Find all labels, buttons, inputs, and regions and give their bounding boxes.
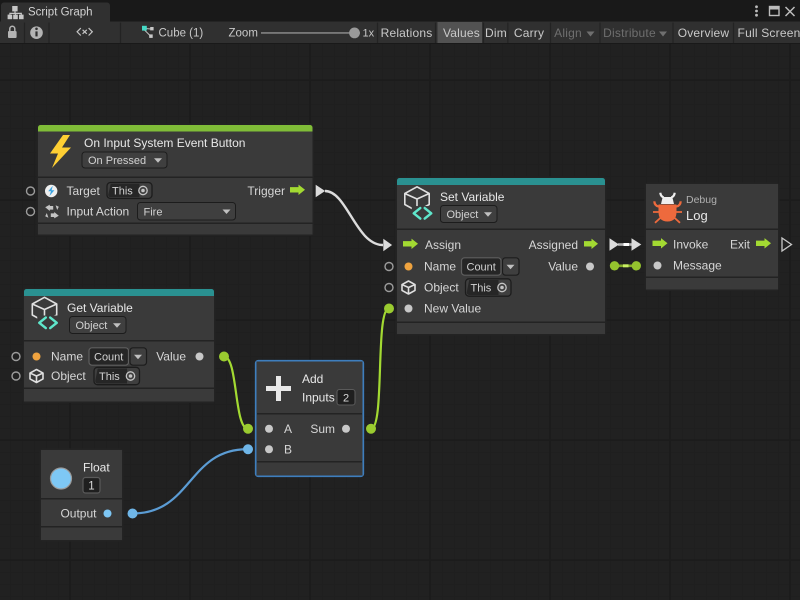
svg-text:This: This	[99, 371, 120, 383]
svg-text:Log: Log	[686, 208, 708, 223]
svg-text:This: This	[112, 186, 133, 198]
svg-text:Set Variable: Set Variable	[440, 190, 505, 204]
svg-text:Assign: Assign	[425, 238, 461, 252]
svg-text:Align: Align	[554, 26, 582, 40]
svg-text:Input Action: Input Action	[67, 205, 130, 219]
svg-text:Message: Message	[673, 259, 722, 273]
svg-text:Inputs: Inputs	[302, 391, 335, 405]
svg-text:On Input System Event Button: On Input System Event Button	[84, 136, 245, 150]
svg-text:Values: Values	[443, 26, 480, 40]
svg-text:Name: Name	[51, 350, 83, 364]
svg-text:Distribute: Distribute	[603, 26, 656, 40]
svg-text:Object: Object	[51, 369, 86, 383]
svg-text:Assigned: Assigned	[529, 238, 578, 252]
svg-text:Relations: Relations	[381, 26, 433, 40]
svg-text:Object: Object	[424, 281, 459, 295]
svg-text:Debug: Debug	[686, 194, 717, 206]
svg-text:On Pressed: On Pressed	[88, 155, 146, 167]
svg-text:B: B	[284, 442, 292, 456]
svg-text:Overview: Overview	[678, 26, 730, 40]
svg-text:Count: Count	[94, 352, 123, 364]
svg-text:1: 1	[88, 481, 94, 493]
svg-text:New Value: New Value	[424, 302, 481, 316]
svg-text:Cube (1): Cube (1)	[159, 28, 204, 40]
svg-text:Script Graph: Script Graph	[28, 7, 93, 19]
svg-text:Fire: Fire	[144, 206, 163, 218]
svg-text:Carry: Carry	[514, 26, 544, 40]
svg-text:Full Screen: Full Screen	[738, 26, 800, 40]
svg-text:Float: Float	[83, 461, 110, 475]
svg-text:Sum: Sum	[310, 422, 335, 436]
svg-text:Get Variable: Get Variable	[67, 301, 133, 315]
svg-text:Object: Object	[447, 209, 479, 221]
svg-text:2: 2	[343, 393, 349, 405]
svg-text:Trigger: Trigger	[247, 184, 285, 198]
svg-text:Count: Count	[467, 262, 496, 274]
svg-text:Zoom: Zoom	[229, 28, 258, 40]
svg-text:Target: Target	[67, 184, 101, 198]
svg-text:Value: Value	[156, 350, 186, 364]
svg-text:Add: Add	[302, 372, 323, 386]
svg-text:Name: Name	[424, 260, 456, 274]
svg-text:Value: Value	[548, 260, 578, 274]
svg-text:A: A	[284, 422, 292, 436]
svg-text:1x: 1x	[363, 28, 375, 40]
svg-text:This: This	[471, 283, 492, 295]
svg-text:Output: Output	[60, 507, 97, 521]
svg-text:Exit: Exit	[730, 238, 751, 252]
svg-text:Object: Object	[76, 320, 108, 332]
svg-text:Invoke: Invoke	[673, 238, 709, 252]
svg-text:Dim: Dim	[485, 26, 507, 40]
